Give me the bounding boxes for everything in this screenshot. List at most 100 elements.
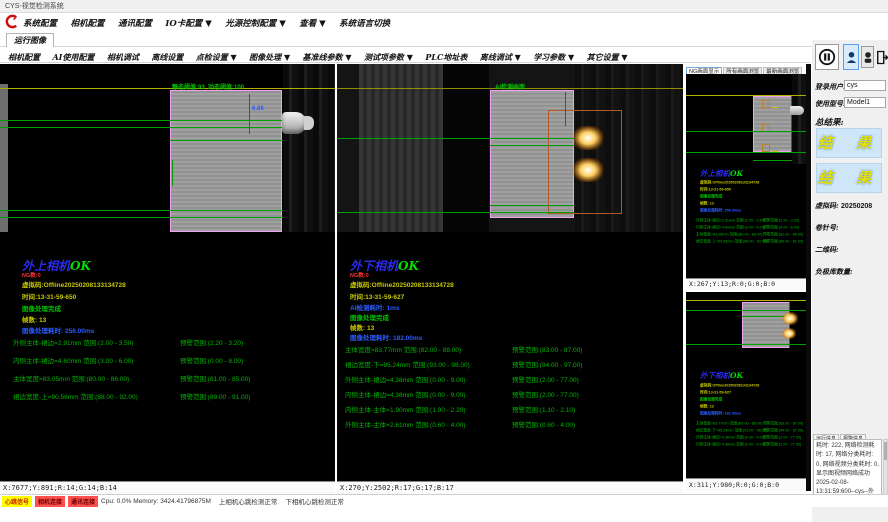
measurement-row: 主体宽度=83.05mm 范围:(80.00 - 86.00)预警范围:(81.…	[696, 231, 808, 237]
connector-part	[790, 106, 804, 115]
overlay-yellow-line	[0, 88, 335, 89]
overlay-measure-line	[791, 96, 792, 152]
measurement-row: 主体宽度=83.77mm 范围:(82.00 - 88.00)预警范围:(83.…	[345, 344, 461, 354]
page-tab-row: 运行图像	[0, 30, 888, 47]
virtual-code-label: 虚拟码: 20250208	[815, 201, 872, 211]
measurement-row: 主体宽度=83.77mm 范围:(82.00 - 88.00)预警范围:(83.…	[696, 420, 808, 426]
comm-link-badge: 通讯连接	[68, 496, 98, 507]
tool-camera-debug[interactable]: 相机调试	[107, 50, 139, 65]
overlay-green-line	[337, 212, 574, 213]
threshold-label: 静态阈值:93, 动态阈值:100	[172, 82, 244, 91]
login-user-label: 登录用户:	[815, 82, 846, 92]
exit-button[interactable]	[876, 44, 888, 70]
tool-plc-address[interactable]: PLC地址表	[425, 50, 467, 65]
ai-view-label: AI检测画面	[495, 82, 525, 91]
overlay-part-rect	[742, 302, 790, 348]
virtual-code-value: 20250208	[841, 203, 872, 210]
window-titlebar: CYS-视觉检测系统	[0, 0, 888, 13]
result-box-upper: 结 果	[816, 128, 882, 158]
preview-panel-top[interactable]: 外上相机OK 虚拟码:Offline20250208133134728 时间:1…	[686, 74, 808, 278]
process-time-label: 图像处理耗时: 182.00ms	[350, 332, 422, 342]
tool-camera-config[interactable]: 相机配置	[8, 50, 40, 65]
preview-tab-strip: NG画面显示所有画面浏览最新画面浏览	[686, 60, 808, 73]
tool-baseline-params[interactable]: 基准线参数 ▼	[303, 50, 352, 65]
overlay-ai-box	[762, 144, 770, 152]
left-camera-statusbar: X:7677;Y:891;R:14;G:14;B:14	[0, 481, 335, 494]
tool-offline-setting[interactable]: 离线设置	[151, 50, 183, 65]
overlay-green-line	[0, 210, 283, 211]
preview-panel-bottom[interactable]: 外下相机OK 虚拟码:Offline20250208133134728 时间:1…	[686, 292, 808, 478]
overlay-green-line	[0, 120, 283, 121]
ai-time-label: AI检测耗时: 1ms	[350, 302, 399, 312]
ng-count-label: NG数:0	[22, 271, 41, 279]
time-label: 时间:13-31-59-650	[22, 291, 76, 301]
barcode-label: 虚拟码:Offline20250208133134728	[700, 382, 759, 388]
tool-image-process[interactable]: 图像处理 ▼	[249, 50, 290, 65]
menu-bar: 系统配置 相机配置 通讯配置 IO卡配置 ▼ 光源控制配置 ▼ 查看 ▼ 系统语…	[0, 13, 888, 30]
qrcode-label: 二维码:	[815, 245, 839, 255]
user-login-button[interactable]	[843, 44, 859, 70]
login-user-field[interactable]: cys	[844, 80, 886, 91]
tab-run-image[interactable]: 运行图像	[6, 33, 54, 47]
overlay-green-line	[490, 145, 574, 146]
bright-spot	[573, 158, 603, 182]
image-stripe-region	[283, 64, 335, 232]
operator-button[interactable]	[861, 46, 874, 68]
app-statusbar: 心跳信号 相机连接 通讯连接 Cpu: 0.0% Memory: 3424.41…	[0, 494, 888, 507]
overlay-yellow-line	[686, 300, 808, 301]
measurement-row: 外侧主体-裙边=4.38mm 范围:(0.00 - 9.00)预警范围:(2.0…	[345, 374, 465, 384]
overlay-part-rect	[753, 96, 792, 152]
measurement-row: 裙边宽度-下=95.24mm 范围:(93.00 - 98.00)预警范围:(9…	[696, 427, 808, 433]
preview-bottom-statusbar: X:311;Y:980;R:0;G:0;B:0	[686, 478, 808, 491]
measurement-row: 裙边宽度-上=90.56mm 范围:(88.00 - 92.00)预警范围:(8…	[13, 391, 138, 401]
frame-count-label: 帧数: 13	[350, 322, 374, 332]
time-label: 时间:13-31-59-627	[350, 291, 404, 301]
measurement-row: 主体宽度=83.05mm 范围:(80.00 - 86.00)预警范围:(81.…	[13, 373, 129, 383]
measurement-row: 内侧主体-裙边=4.38mm 范围:(0.00 - 9.00)预警范围:(2.0…	[696, 441, 808, 447]
time-label: 时间:13-31-59-650	[700, 186, 731, 192]
pause-button[interactable]	[815, 44, 839, 70]
tool-learn-params[interactable]: 学习参数 ▼	[533, 50, 574, 65]
camera-link-badge: 相机连接	[35, 496, 65, 507]
image-band	[359, 64, 443, 232]
log-scrollbar-thumb[interactable]	[884, 442, 887, 460]
operator-icon	[863, 51, 873, 63]
overlay-ai-box	[762, 100, 770, 108]
app-window: { "window": { "title": "CYS-视觉检测系统" }, "…	[0, 0, 888, 522]
overlay-measure-line	[789, 302, 790, 348]
measurement-row: 内侧主体-主体=1.90mm 范围:(1.00 - 2.20)预警范围:(1.1…	[345, 404, 465, 414]
left-camera-image[interactable]: 6.88 静态阈值:93, 动态阈值:100	[0, 64, 335, 232]
overlay-measure-line	[565, 92, 566, 126]
app-logo-icon	[4, 14, 19, 29]
process-done-label: 图像处理完成	[350, 312, 389, 322]
middle-camera-panel: AI检测画面 外下相机OK NG数:0 虚拟码:Offline202502081…	[337, 64, 683, 481]
tool-offline-debug[interactable]: 离线调试 ▼	[480, 50, 521, 65]
measurement-row: 内侧主体-裙边=4.60mm 范围:(3.00 - 6.00)预警范围:(0.0…	[696, 224, 808, 230]
overlay-green-line	[686, 131, 808, 132]
overlay-green-line	[337, 138, 574, 139]
tool-test-params[interactable]: 测试项参数 ▼	[364, 50, 413, 65]
model-field[interactable]: Model1	[844, 97, 886, 108]
middle-camera-image[interactable]: AI检测画面	[337, 64, 683, 232]
process-time-label: 图像处理耗时: 256.00ms	[22, 325, 94, 335]
tool-spot-check[interactable]: 点检设置 ▼	[196, 50, 237, 65]
exit-icon	[876, 50, 888, 65]
result-box-lower: 结 果	[816, 163, 882, 193]
frame-count-label: 帧数: 13	[22, 314, 46, 324]
bright-spot	[782, 328, 796, 339]
lower-cam-heartbeat-text: 下相机心跳检测正常	[285, 496, 344, 506]
tool-ai-usage-config[interactable]: AI使用配置	[52, 50, 94, 65]
connector-part	[282, 112, 306, 134]
barcode-label: 虚拟码:Offline20250208133134728	[350, 279, 454, 289]
tool-other-settings[interactable]: 其它设置 ▼	[587, 50, 628, 65]
measurement-row: 裙边宽度-上=90.56mm 范围:(88.00 - 92.00)预警范围:(8…	[696, 238, 808, 244]
measurement-row: 内侧主体-裙边=4.38mm 范围:(0.00 - 9.00)预警范围:(2.0…	[345, 389, 465, 399]
measurement-row: 内侧主体-裙边=4.60mm 范围:(3.00 - 6.00)预警范围:(0.0…	[13, 355, 133, 365]
panel-divider	[806, 64, 811, 491]
upper-cam-heartbeat-text: 上相机心跳检测正常	[219, 496, 278, 506]
middle-camera-statusbar: X:270;Y:2502;R:17;G:17;B:17	[337, 481, 683, 494]
control-panel: 登录用户: cys 使用型号: Model1 总结果: 结 果 结 果 虚拟码:…	[812, 40, 888, 522]
process-done-label: 图像处理完成	[22, 303, 61, 313]
total-result-label: 总结果:	[815, 116, 844, 128]
measurement-row: 外侧主体-裙边=2.91mm 范围:(2.00 - 3.50)预警范围:(2.2…	[13, 337, 133, 347]
